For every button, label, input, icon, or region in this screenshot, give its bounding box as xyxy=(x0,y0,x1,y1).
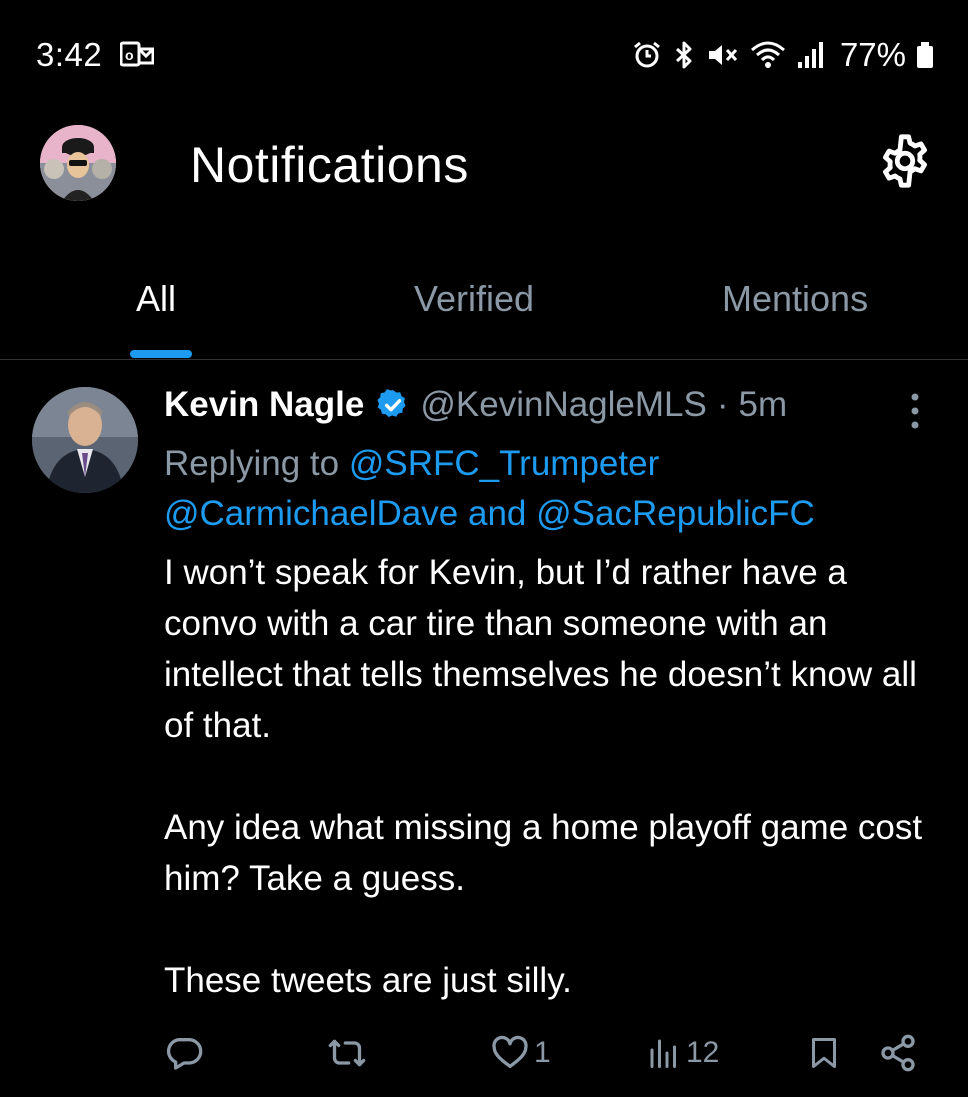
view-count: 12 xyxy=(686,1036,720,1069)
tweet-paragraph: Any idea what missing a home playoff gam… xyxy=(164,808,923,898)
views-icon xyxy=(650,1039,676,1068)
bluetooth-icon xyxy=(672,40,696,70)
svg-text:o: o xyxy=(125,47,134,63)
reply-button[interactable] xyxy=(164,1033,204,1073)
battery-icon xyxy=(916,40,934,70)
bookmark-button[interactable] xyxy=(806,1033,842,1073)
tweet-actions: 1 12 xyxy=(0,1033,968,1083)
more-vertical-icon xyxy=(911,393,919,429)
author-avatar[interactable] xyxy=(32,387,138,493)
active-tab-indicator xyxy=(130,350,192,358)
share-icon xyxy=(881,1034,915,1072)
mention-link-carmichaeldave[interactable]: @CarmichaelDave xyxy=(164,494,458,533)
more-options-button[interactable] xyxy=(906,391,924,431)
verified-badge-icon xyxy=(377,389,406,418)
tweet-paragraph: These tweets are just silly. xyxy=(164,961,572,1000)
app-header: Notifications xyxy=(0,112,968,222)
like-count: 1 xyxy=(534,1036,551,1069)
wifi-icon xyxy=(750,40,786,70)
mute-icon xyxy=(706,40,740,70)
tweet-body: I won’t speak for Kevin, but I’d rather … xyxy=(164,547,944,1006)
notification-tweet[interactable]: Kevin Nagle @KevinNagleMLS · 5m Replying… xyxy=(0,361,968,1097)
replying-and: and xyxy=(458,494,537,533)
author-name[interactable]: Kevin Nagle xyxy=(164,385,364,425)
replying-to-label: Replying to xyxy=(164,444,349,483)
replying-to: Replying to @SRFC_Trumpeter @CarmichaelD… xyxy=(164,439,944,539)
tab-verified[interactable]: Verified xyxy=(414,278,534,320)
tweet-timestamp: 5m xyxy=(738,385,788,424)
retweet-icon xyxy=(328,1039,366,1067)
tweet-header: Kevin Nagle @KevinNagleMLS · 5m xyxy=(164,385,787,425)
status-bar: 3:42 o 77% xyxy=(0,0,968,112)
profile-avatar[interactable] xyxy=(40,125,116,201)
tweet-paragraph: I won’t speak for Kevin, but I’d rather … xyxy=(164,553,917,745)
battery-percent: 77% xyxy=(839,36,906,73)
views-button[interactable]: 12 xyxy=(646,1033,719,1073)
like-button[interactable]: 1 xyxy=(490,1033,551,1073)
bookmark-icon xyxy=(812,1038,836,1068)
separator-dot: · xyxy=(716,385,729,424)
status-icons: 77% xyxy=(632,36,934,74)
author-handle[interactable]: @KevinNagleMLS xyxy=(420,385,707,425)
alarm-icon xyxy=(632,40,662,70)
share-button[interactable] xyxy=(878,1033,918,1073)
signal-icon xyxy=(796,40,826,70)
notification-tabs: All Verified Mentions xyxy=(0,262,968,360)
retweet-button[interactable] xyxy=(326,1033,368,1073)
status-time: 3:42 xyxy=(36,36,103,73)
mention-link-srfc-trumpeter[interactable]: @SRFC_Trumpeter xyxy=(349,444,659,483)
gear-icon xyxy=(883,134,927,188)
reply-icon xyxy=(166,1038,203,1070)
page-title: Notifications xyxy=(190,137,469,193)
heart-icon xyxy=(492,1035,528,1068)
outlook-notification-icon: o xyxy=(119,40,155,68)
tab-mentions[interactable]: Mentions xyxy=(722,278,868,320)
tab-all[interactable]: All xyxy=(136,278,176,320)
settings-button[interactable] xyxy=(876,132,934,190)
mention-link-sacrepublicfc[interactable]: @SacRepublicFC xyxy=(536,494,815,533)
